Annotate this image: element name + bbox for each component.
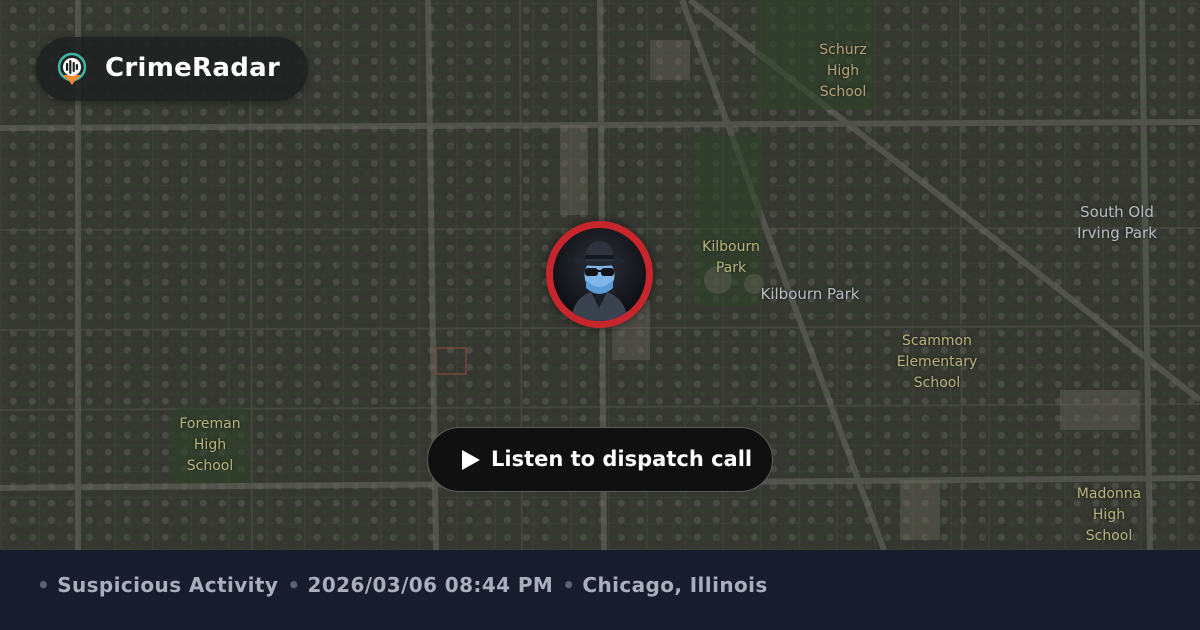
separator-dot: • [37,573,51,597]
incident-marker[interactable] [546,221,653,328]
brand-name: CrimeRadar [105,53,281,83]
map-label-kilbourn-park: Kilbourn Park [760,285,860,303]
separator-dot: • [287,573,301,597]
avatar [553,228,646,321]
map-label-kilbourn-park-short: Kilbourn Park [702,239,760,276]
map-label-schurz: Schurz High School [819,42,867,100]
listen-dispatch-button[interactable]: Listen to dispatch call [427,427,773,492]
incident-meta: • Suspicious Activity • 2026/03/06 08:44 PM… [37,573,768,597]
play-icon [462,450,480,470]
incident-location: Chicago, Illinois [582,573,768,597]
map-label-madonna-school: Madonna High School [1076,486,1142,544]
map-label-scammon-school: Scammon Elementary School [896,333,978,391]
map-label-south-old-irving-park: South Old Irving Park [1077,203,1157,242]
incident-datetime: 2026/03/06 08:44 PM [307,573,554,597]
brand-badge[interactable]: CrimeRadar [36,37,308,101]
radar-pin-icon [57,52,87,85]
separator-dot: • [562,573,576,597]
map-label-foreman-school: Foreman High School [179,416,241,474]
incident-category: Suspicious Activity [57,573,279,597]
masked-hat-figure-icon [571,241,628,321]
incident-footer: • Suspicious Activity • 2026/03/06 08:44 PM… [0,550,1200,630]
listen-dispatch-label: Listen to dispatch call [491,447,753,471]
